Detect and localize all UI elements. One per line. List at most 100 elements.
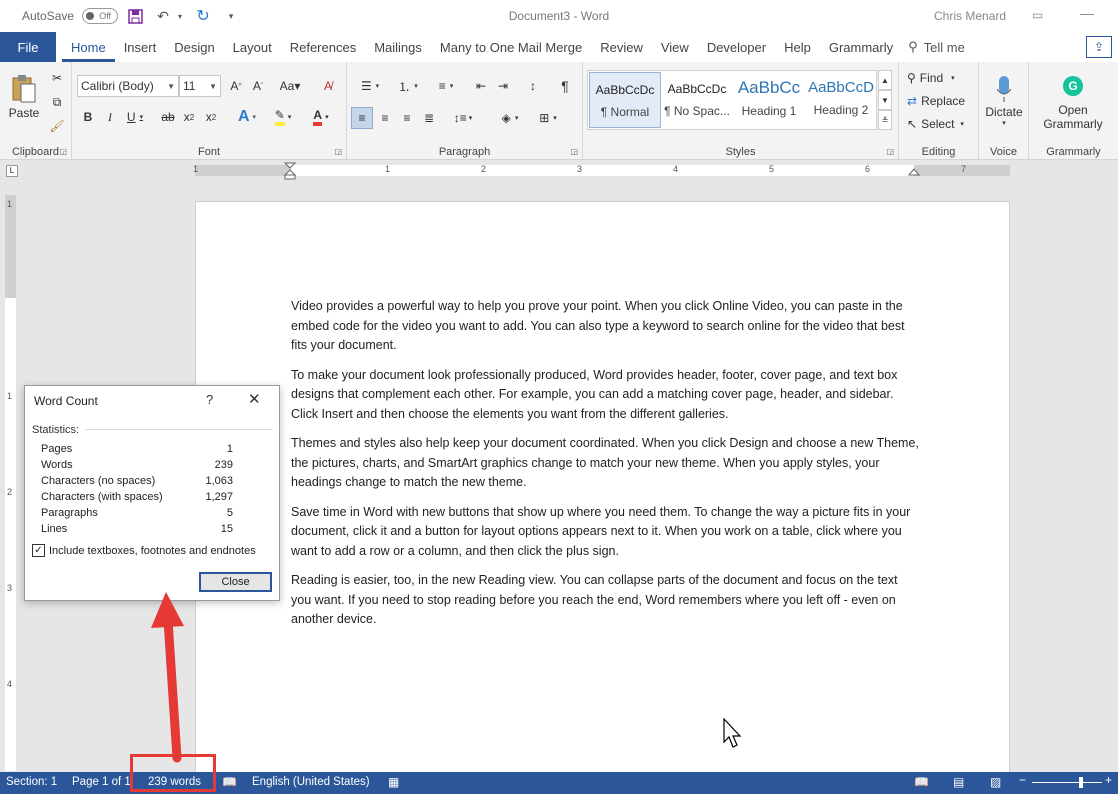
- font-color-icon[interactable]: A ▾: [306, 107, 336, 127]
- clear-formatting-icon[interactable]: A̸: [318, 76, 338, 96]
- align-center-icon[interactable]: ≡: [375, 107, 395, 129]
- bullets-icon[interactable]: ☰ ▾: [353, 76, 387, 96]
- zoom-slider[interactable]: [1032, 782, 1102, 783]
- macro-recording-icon[interactable]: ▦: [388, 775, 399, 789]
- page-indicator[interactable]: Page 1 of 1: [72, 776, 131, 788]
- grow-font-icon[interactable]: A ^: [226, 76, 246, 96]
- italic-icon[interactable]: I: [102, 107, 118, 127]
- borders-icon[interactable]: ⊞ ▾: [531, 107, 565, 129]
- decrease-indent-icon[interactable]: ⇤: [471, 76, 491, 96]
- tab-review[interactable]: Review: [591, 32, 652, 62]
- close-icon[interactable]: ✕: [248, 390, 261, 408]
- show-formatting-icon[interactable]: ¶: [555, 76, 575, 96]
- align-left-icon[interactable]: ≡: [351, 107, 373, 129]
- tab-references[interactable]: References: [281, 32, 365, 62]
- open-grammarly-button[interactable]: G Open Grammarly: [1033, 70, 1113, 136]
- styles-scroll-up-icon[interactable]: ▲: [878, 70, 892, 90]
- paste-button[interactable]: Paste: [6, 70, 42, 124]
- close-button[interactable]: Close: [199, 572, 272, 592]
- shrink-font-icon[interactable]: Aˇ: [248, 76, 268, 96]
- web-layout-icon[interactable]: ▨: [990, 775, 1001, 789]
- style-heading-2[interactable]: AaBbCcD Heading 2: [805, 72, 877, 128]
- help-button[interactable]: ?: [206, 392, 213, 407]
- horizontal-ruler[interactable]: L 1 1 2 3 4 5 6 7: [0, 160, 1118, 180]
- section-indicator[interactable]: Section: 1: [6, 776, 57, 788]
- tab-developer[interactable]: Developer: [698, 32, 775, 62]
- styles-scroll-down-icon[interactable]: ▼: [878, 90, 892, 110]
- align-right-icon[interactable]: ≡: [397, 107, 417, 129]
- document-body[interactable]: Video provides a powerful way to help yo…: [291, 297, 919, 640]
- zoom-out-icon[interactable]: −: [1019, 773, 1026, 787]
- shading-icon[interactable]: ◈ ▾: [495, 107, 525, 129]
- print-layout-icon[interactable]: ▤: [953, 775, 964, 789]
- subscript-icon[interactable]: x2: [180, 107, 198, 127]
- font-name-dropdown[interactable]: Calibri (Body) ▼: [77, 75, 179, 97]
- customize-toolbar-icon[interactable]: ▾: [220, 5, 242, 27]
- document-paragraph[interactable]: Themes and styles also help keep your do…: [291, 434, 919, 493]
- font-size-dropdown[interactable]: 11 ▼: [179, 75, 221, 97]
- right-indent-marker-icon[interactable]: [908, 168, 920, 176]
- format-painter-icon[interactable]: 🖌: [47, 116, 67, 136]
- sort-icon[interactable]: ↕: [523, 76, 543, 96]
- zoom-in-icon[interactable]: +: [1105, 773, 1112, 787]
- minimize-icon[interactable]: —: [1080, 5, 1094, 21]
- copy-icon[interactable]: ⧉: [47, 92, 67, 112]
- find-button[interactable]: ⚲ Find ▾: [907, 68, 973, 88]
- language-indicator[interactable]: English (United States): [252, 776, 370, 788]
- bold-icon[interactable]: B: [80, 107, 96, 127]
- tab-mailings[interactable]: Mailings: [365, 32, 431, 62]
- document-paragraph[interactable]: Reading is easier, too, in the new Readi…: [291, 571, 919, 630]
- style-heading-1[interactable]: AaBbCc Heading 1: [733, 72, 805, 128]
- strikethrough-icon[interactable]: ab: [158, 107, 178, 127]
- tab-insert[interactable]: Insert: [115, 32, 166, 62]
- numbering-icon[interactable]: ⒈ ▾: [391, 76, 425, 96]
- increase-indent-icon[interactable]: ⇥: [493, 76, 513, 96]
- multilevel-list-icon[interactable]: ≡ ▾: [429, 76, 463, 96]
- document-paragraph[interactable]: To make your document look professionall…: [291, 366, 919, 425]
- highlight-color-icon[interactable]: ✎ ▾: [268, 107, 298, 127]
- redo-icon[interactable]: ↻: [192, 5, 214, 27]
- select-button[interactable]: ↖ Select ▾: [907, 114, 977, 134]
- include-textboxes-checkbox[interactable]: ✓: [32, 544, 45, 557]
- tab-home[interactable]: Home: [62, 32, 115, 62]
- text-effects-icon[interactable]: A ▾: [232, 107, 262, 127]
- zoom-slider-thumb[interactable]: [1079, 777, 1083, 788]
- style-no-spacing[interactable]: AaBbCcDc ¶ No Spac...: [661, 72, 733, 128]
- document-paragraph[interactable]: Save time in Word with new buttons that …: [291, 503, 919, 562]
- undo-dropdown-icon[interactable]: ▾: [174, 5, 186, 27]
- save-icon[interactable]: [124, 5, 146, 27]
- proofing-icon[interactable]: 📖: [222, 775, 237, 789]
- superscript-icon[interactable]: x2: [202, 107, 220, 127]
- font-launcher-icon[interactable]: ◲: [334, 147, 342, 156]
- undo-icon[interactable]: ↶: [152, 5, 174, 27]
- vertical-ruler[interactable]: 1 1 2 3 4: [5, 195, 16, 771]
- change-case-icon[interactable]: Aa▾: [276, 76, 304, 96]
- clipboard-launcher-icon[interactable]: ◲: [59, 147, 67, 156]
- include-textboxes-label[interactable]: Include textboxes, footnotes and endnote…: [49, 545, 256, 557]
- tab-help[interactable]: Help: [775, 32, 820, 62]
- tab-file[interactable]: File: [0, 32, 56, 62]
- underline-icon[interactable]: U ▾: [122, 107, 148, 127]
- document-paragraph[interactable]: Video provides a powerful way to help yo…: [291, 297, 919, 356]
- tab-view[interactable]: View: [652, 32, 698, 62]
- paragraph-launcher-icon[interactable]: ◲: [570, 147, 578, 156]
- ribbon-display-icon[interactable]: ▭: [1032, 8, 1043, 22]
- dictate-button[interactable]: Dictate ▾: [981, 68, 1027, 134]
- tell-me-search[interactable]: ⚲ Tell me: [902, 32, 971, 62]
- indent-marker-icon[interactable]: [284, 162, 296, 180]
- document-page[interactable]: Video provides a powerful way to help yo…: [195, 201, 1010, 781]
- user-name[interactable]: Chris Menard: [934, 9, 1006, 23]
- tab-design[interactable]: Design: [165, 32, 223, 62]
- justify-icon[interactable]: ≣: [419, 107, 439, 129]
- line-spacing-icon[interactable]: ↕≡ ▾: [449, 107, 477, 129]
- tab-grammarly[interactable]: Grammarly: [820, 32, 902, 62]
- tab-layout[interactable]: Layout: [224, 32, 281, 62]
- share-button[interactable]: ⇪: [1086, 36, 1112, 58]
- replace-button[interactable]: ⇄ Replace: [907, 91, 977, 111]
- styles-more-icon[interactable]: ≚: [878, 110, 892, 130]
- autosave-toggle[interactable]: Off: [82, 8, 119, 24]
- styles-launcher-icon[interactable]: ◲: [886, 147, 894, 156]
- style-normal[interactable]: AaBbCcDc ¶ Normal: [589, 72, 661, 128]
- read-mode-icon[interactable]: 📖: [914, 775, 929, 789]
- tab-selector[interactable]: L: [6, 165, 18, 177]
